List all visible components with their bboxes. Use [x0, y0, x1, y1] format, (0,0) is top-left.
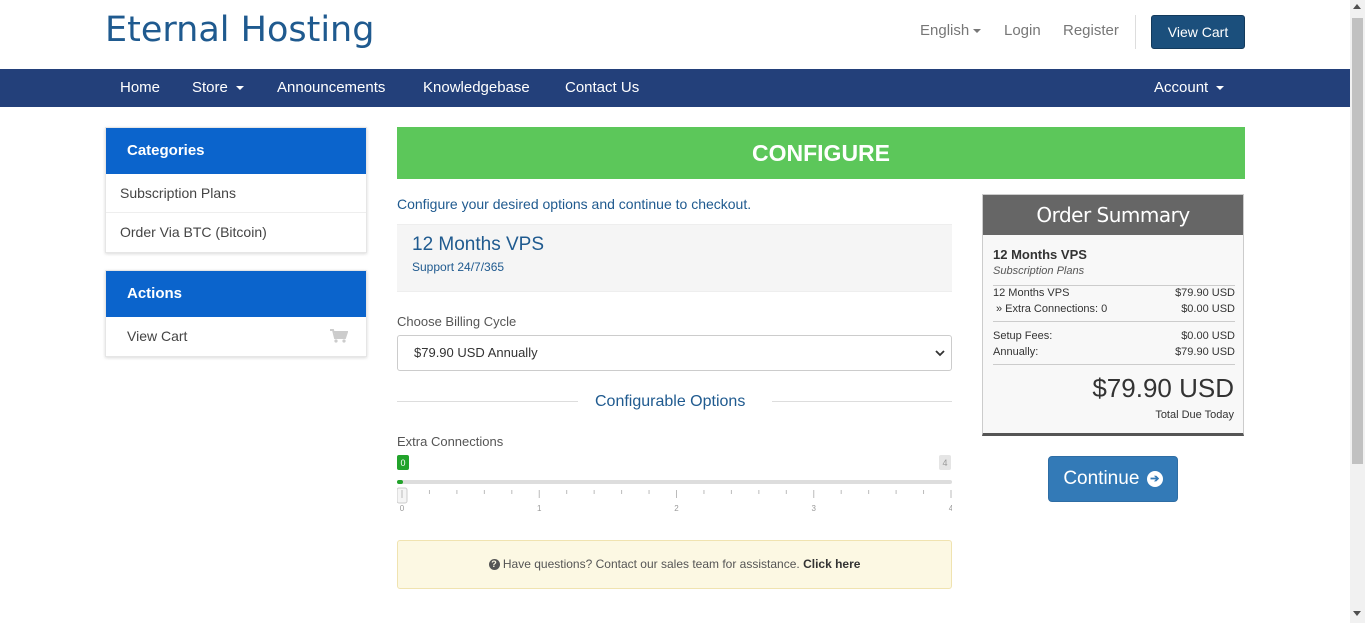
slider-tick-label: 4	[949, 504, 952, 513]
action-view-cart[interactable]: View Cart	[106, 317, 366, 356]
summary-setup-price: $0.00 USD	[1181, 330, 1235, 342]
summary-group: Subscription Plans	[993, 265, 1085, 277]
summary-line-extra-price: $0.00 USD	[1181, 303, 1235, 315]
nav-home[interactable]: Home	[120, 69, 160, 107]
actions-title: Actions	[106, 271, 366, 317]
extra-connections-label: Extra Connections	[397, 434, 504, 449]
billing-cycle-select[interactable]: $79.90 USD Annually	[397, 335, 952, 371]
brand-logo[interactable]: Eternal Hosting	[105, 10, 374, 50]
help-link[interactable]: Click here	[803, 557, 860, 571]
scroll-up-arrow-icon[interactable]	[1353, 4, 1361, 9]
continue-label: Continue	[1063, 468, 1140, 489]
nav-account-label: Account	[1154, 79, 1209, 96]
summary-divider	[993, 364, 1235, 365]
register-link[interactable]: Register	[1063, 22, 1119, 39]
divider	[1135, 15, 1136, 49]
divider-left	[397, 401, 578, 402]
extra-connections-slider[interactable]: 0 4 0 1 2 3 4	[396, 454, 954, 524]
nav-knowledgebase[interactable]: Knowledgebase	[423, 69, 530, 107]
slider-graphic: 0 4 0 1 2 3 4	[396, 455, 954, 513]
nav-store-label: Store	[192, 79, 228, 96]
order-summary-title: Order Summary	[983, 195, 1243, 235]
slider-max-badge: 4	[942, 458, 947, 468]
product-tagline: Support 24/7/365	[412, 260, 505, 274]
billing-cycle-value: $79.90 USD Annually	[414, 345, 538, 360]
summary-divider	[993, 321, 1235, 322]
slider-tick-label: 2	[674, 504, 679, 513]
summary-divider	[993, 285, 1235, 286]
slider-fill	[397, 480, 403, 484]
chevron-down-icon	[235, 86, 244, 91]
billing-cycle-label: Choose Billing Cycle	[397, 314, 517, 329]
divider-right	[772, 401, 952, 402]
product-info: 12 Months VPS Support 24/7/365	[397, 224, 952, 292]
chevron-down-icon	[973, 29, 982, 34]
actions-panel: Actions View Cart	[105, 270, 367, 357]
slider-tick-label: 1	[537, 504, 542, 513]
summary-line-product: 12 Months VPS $79.90 USD	[993, 287, 1235, 299]
slider-tick-label: 0	[400, 504, 405, 513]
configurable-options-title: Configurable Options	[595, 393, 746, 410]
help-text: Have questions? Contact our sales team f…	[502, 557, 800, 571]
nav-announcements[interactable]: Announcements	[277, 69, 385, 107]
view-cart-button[interactable]: View Cart	[1151, 15, 1245, 49]
summary-annual-label: Annually:	[993, 346, 1039, 358]
category-subscription-plans[interactable]: Subscription Plans	[106, 174, 366, 213]
slider-track	[397, 480, 952, 484]
category-order-btc[interactable]: Order Via BTC (Bitcoin)	[106, 213, 366, 252]
intro-text: Configure your desired options and conti…	[397, 196, 752, 212]
summary-annual-price: $79.90 USD	[1175, 346, 1235, 358]
summary-line-product-label: 12 Months VPS	[993, 287, 1070, 299]
action-view-cart-label: View Cart	[127, 328, 188, 344]
slider-tick-label: 3	[812, 504, 817, 513]
slider-ticks: 0 1 2 3 4	[400, 490, 954, 513]
scroll-down-arrow-icon[interactable]	[1353, 611, 1361, 616]
summary-product: 12 Months VPS	[993, 247, 1087, 262]
arrow-circle-right-icon: ➔	[1146, 470, 1163, 487]
summary-annual: Annually: $79.90 USD	[993, 346, 1235, 358]
language-dropdown[interactable]: English	[920, 22, 982, 39]
header: Eternal Hosting English Login Register V…	[0, 0, 1350, 69]
slider-min-badge: 0	[400, 458, 405, 468]
categories-title: Categories	[106, 128, 366, 174]
nav-store[interactable]: Store	[192, 69, 244, 107]
summary-total: $79.90 USD	[1092, 373, 1234, 403]
chevron-down-icon	[935, 350, 945, 357]
summary-line-extra: » Extra Connections: 0 $0.00 USD	[993, 303, 1235, 315]
continue-button[interactable]: Continue ➔	[1048, 456, 1178, 502]
summary-line-extra-label: » Extra Connections: 0	[996, 303, 1108, 315]
shopping-cart-icon	[330, 329, 348, 343]
help-box: ? Have questions? Contact our sales team…	[397, 540, 952, 589]
summary-setup-label: Setup Fees:	[993, 330, 1053, 342]
language-label: English	[920, 22, 970, 39]
chevron-down-icon	[1216, 86, 1225, 91]
order-summary: Order Summary 12 Months VPS Subscription…	[982, 194, 1244, 436]
summary-total-label: Total Due Today	[1155, 409, 1234, 421]
scroll-thumb[interactable]	[1352, 18, 1363, 464]
configure-banner: CONFIGURE	[397, 127, 1245, 179]
categories-panel: Categories Subscription Plans Order Via …	[105, 127, 367, 253]
product-name: 12 Months VPS	[412, 234, 545, 255]
summary-line-product-price: $79.90 USD	[1175, 287, 1235, 299]
page-scrollbar[interactable]	[1350, 0, 1365, 623]
summary-setup: Setup Fees: $0.00 USD	[993, 330, 1235, 342]
main-nav: Home Store Announcements Knowledgebase C…	[0, 69, 1350, 107]
nav-account[interactable]: Account	[1154, 69, 1225, 107]
login-link[interactable]: Login	[1004, 22, 1041, 39]
nav-contact[interactable]: Contact Us	[565, 69, 639, 107]
question-circle-icon: ?	[488, 559, 500, 571]
